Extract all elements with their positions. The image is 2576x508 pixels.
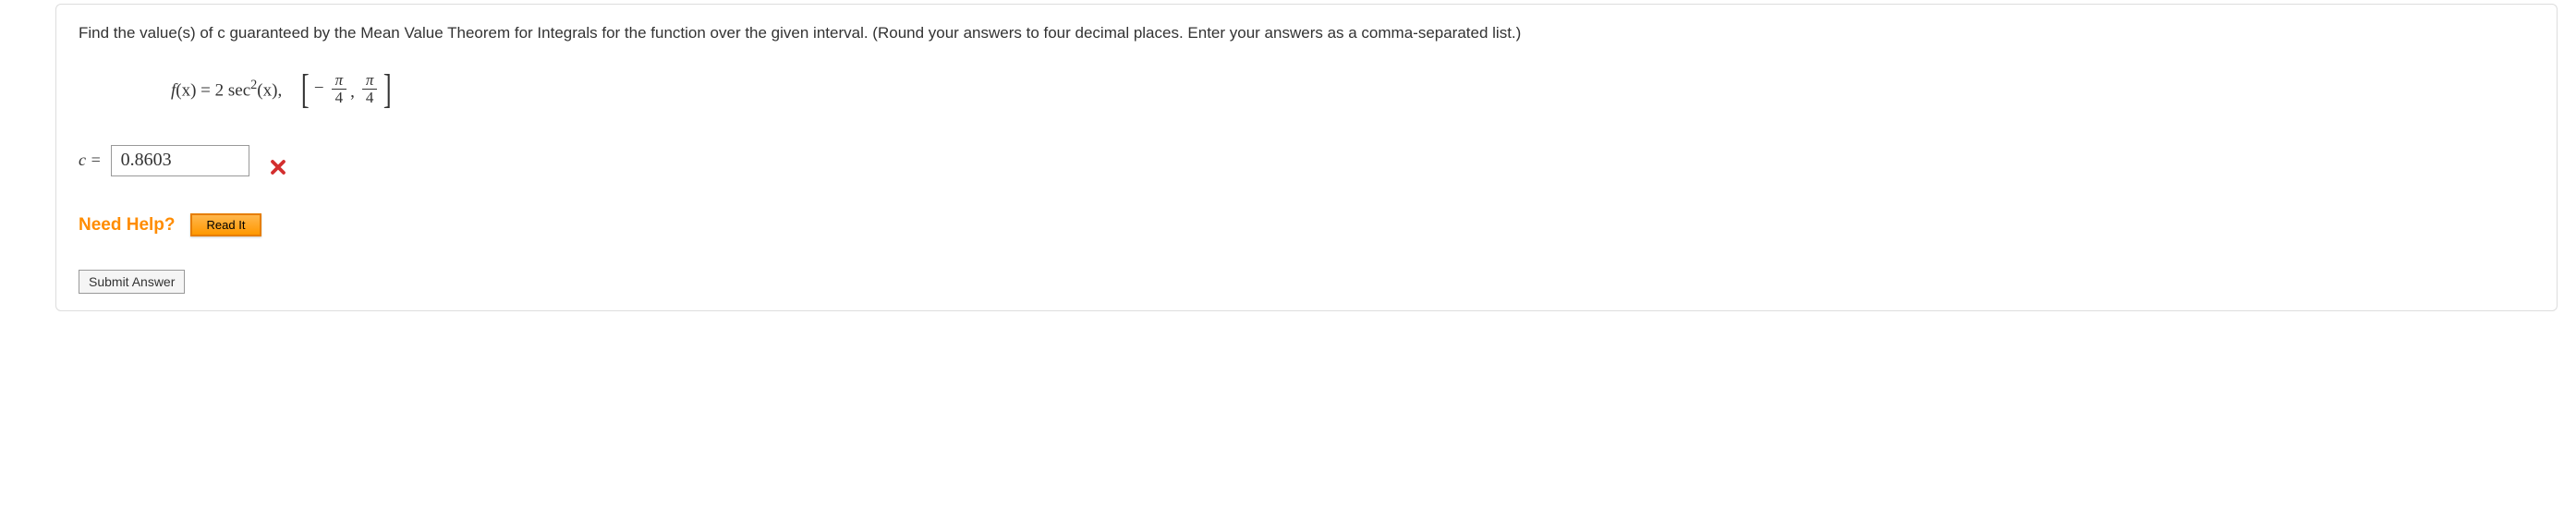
incorrect-icon [270,159,286,180]
denominator-right: 4 [362,90,378,106]
function-expression: f(x) = 2 sec2(x), [171,78,282,101]
fraction-right: π 4 [362,72,378,106]
answer-row: c = [79,140,2534,180]
negative-sign: − [314,79,324,99]
denominator-left: 4 [332,90,347,106]
prompt-text: Find the value(s) of c guaranteed by the… [79,21,2534,45]
numerator-left: π [332,72,347,90]
fx-body: (x) = 2 sec [176,80,250,100]
fraction-left: π 4 [332,72,347,106]
left-bracket-icon: [ [301,71,310,108]
interval-content: − π 4 , π 4 [312,72,382,106]
interval: [ − π 4 , π 4 ] [298,71,395,108]
need-help-label: Need Help? [79,215,176,236]
fx-arg: (x), [257,80,282,100]
submit-row: Submit Answer [79,270,2534,294]
answer-input[interactable] [111,145,249,176]
question-container: Find the value(s) of c guaranteed by the… [55,4,2558,311]
right-bracket-icon: ] [383,71,392,108]
formula: f(x) = 2 sec2(x), [ − π 4 , π 4 ] [171,71,2534,108]
c-label: c = [79,151,102,170]
interval-comma: , [350,82,355,103]
numerator-right: π [362,72,378,90]
read-it-button[interactable]: Read It [190,213,262,236]
submit-answer-button[interactable]: Submit Answer [79,270,185,294]
help-row: Need Help? Read It [79,213,2534,236]
